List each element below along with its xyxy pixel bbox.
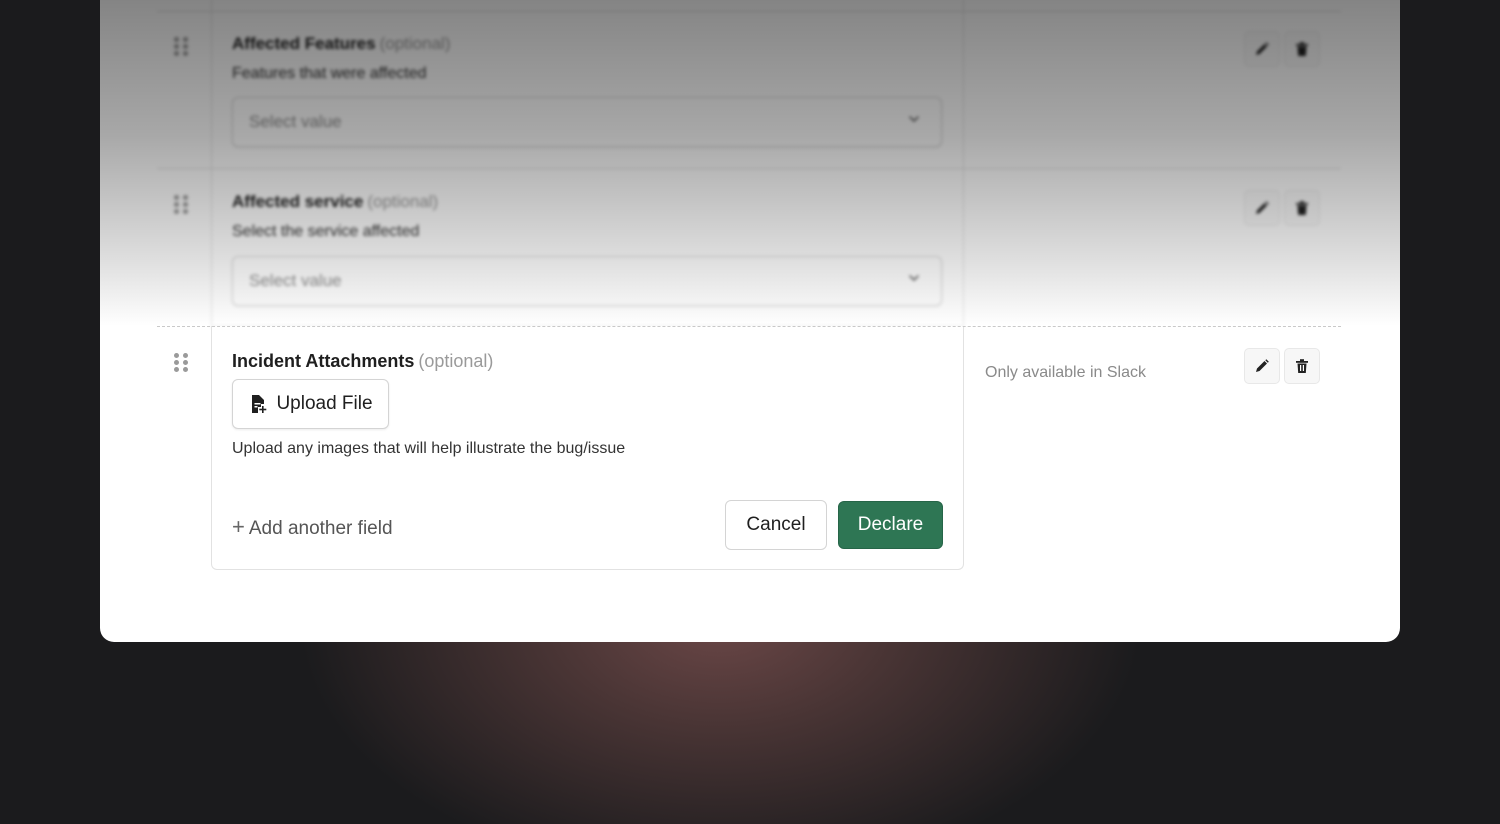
chevron-down-icon <box>909 116 919 122</box>
trash-icon <box>1296 359 1308 373</box>
delete-button[interactable] <box>1284 190 1320 226</box>
upload-file-button[interactable]: Upload File <box>232 379 389 429</box>
inactive-fields-area: Affected Features (optional) Features tha… <box>100 0 1400 327</box>
form-builder-panel: Affected Features (optional) Features tha… <box>100 0 1400 642</box>
drag-handle-icon[interactable] <box>174 195 188 217</box>
affected-features-select[interactable]: Select value <box>232 97 942 147</box>
select-placeholder: Select value <box>249 271 342 290</box>
edit-icon <box>1256 201 1269 214</box>
affected-service-select[interactable]: Select value <box>232 256 942 306</box>
upload-file-label: Upload File <box>276 393 373 414</box>
field-title: Affected service (optional) <box>232 192 439 211</box>
plus-icon: + <box>232 514 245 539</box>
file-plus-icon <box>252 395 267 413</box>
row-divider <box>157 168 1341 169</box>
trash-icon <box>1296 42 1308 56</box>
add-another-field-button[interactable]: + Add another field <box>232 514 393 540</box>
drag-handle-icon[interactable] <box>174 353 188 375</box>
chevron-down-icon <box>909 275 919 281</box>
edit-button[interactable] <box>1244 31 1280 67</box>
delete-button[interactable] <box>1284 348 1320 384</box>
trash-icon <box>1296 201 1308 215</box>
edit-button[interactable] <box>1244 190 1280 226</box>
attachments-field-title: Incident Attachments (optional) <box>232 351 494 371</box>
select-placeholder: Select value <box>249 112 342 131</box>
drop-indicator-line <box>157 326 1341 327</box>
edit-icon <box>1256 359 1269 372</box>
field-description: Select the service affected <box>232 223 420 240</box>
add-field-label: Add another field <box>248 518 393 539</box>
field-title: Affected Features (optional) <box>232 34 451 53</box>
edit-button[interactable] <box>1244 348 1280 384</box>
cancel-button[interactable]: Cancel <box>725 500 827 550</box>
attachments-help-text: Upload any images that will help illustr… <box>232 440 626 457</box>
declare-button[interactable]: Declare <box>838 501 943 549</box>
delete-button[interactable] <box>1284 31 1320 67</box>
field-description: Features that were affected <box>232 65 427 82</box>
drag-handle-icon[interactable] <box>174 37 188 59</box>
edit-icon <box>1256 42 1269 55</box>
row-divider <box>157 11 1341 12</box>
availability-note: Only available in Slack <box>985 364 1146 381</box>
